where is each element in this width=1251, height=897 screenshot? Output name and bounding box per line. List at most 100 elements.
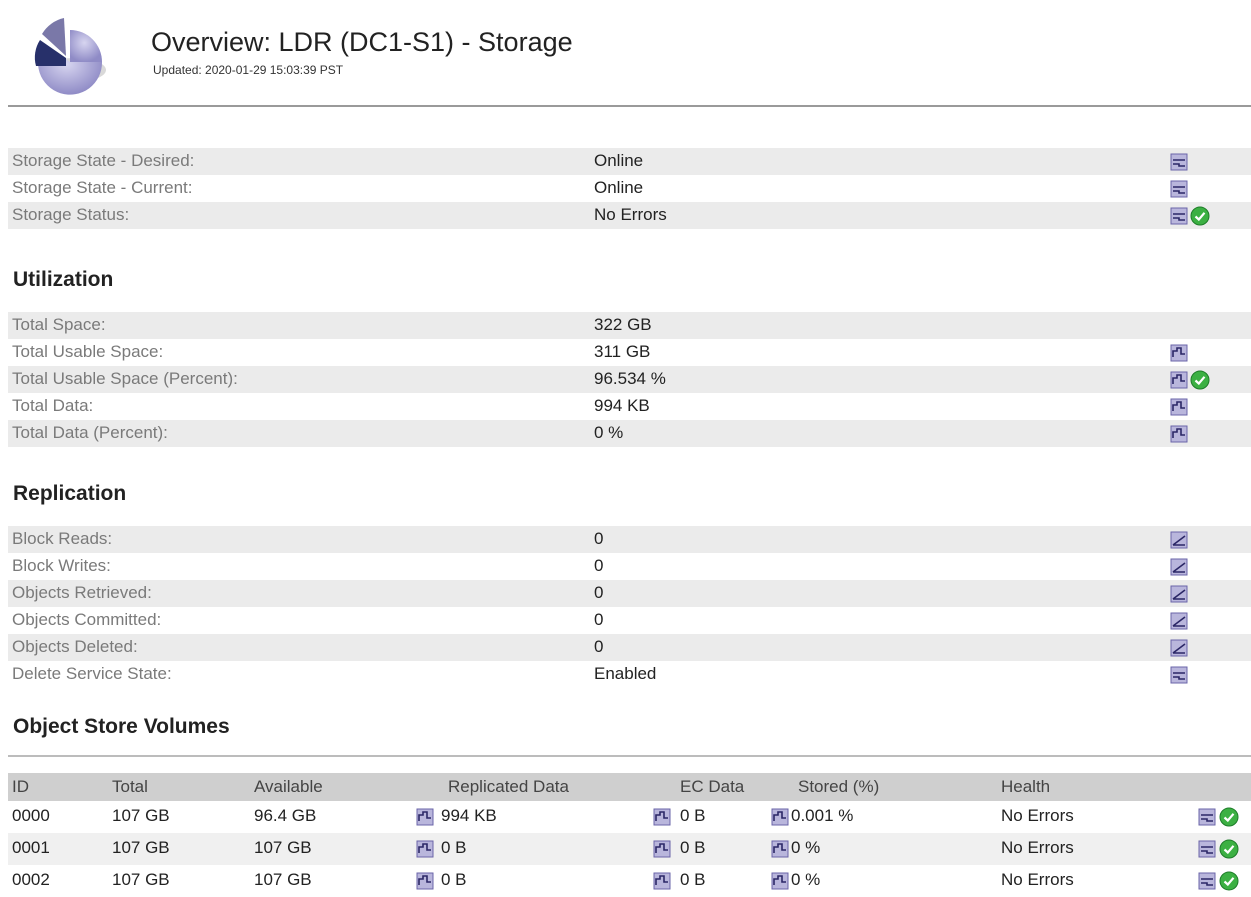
chart-icon[interactable] — [1170, 424, 1188, 444]
trend-chart-icon[interactable] — [1170, 530, 1188, 550]
kv-value: 0 — [594, 637, 604, 656]
kv-label: Total Space: — [12, 315, 106, 334]
chart-icon[interactable] — [653, 871, 671, 891]
chart-icon[interactable] — [653, 807, 671, 827]
chart-button[interactable] — [416, 871, 434, 896]
kv-row: Objects Deleted: 0 — [8, 634, 1251, 661]
kv-value: 0 — [594, 529, 604, 548]
state-chart-icon[interactable] — [1170, 152, 1188, 172]
kv-row: Total Data (Percent): 0 % — [8, 420, 1251, 447]
kv-value: 0 — [594, 610, 604, 629]
utilization-table: Total Space: 322 GB Total Usable Space: 311… — [8, 312, 1251, 447]
state-chart-icon[interactable] — [1198, 839, 1216, 859]
utilization-heading: Utilization — [13, 268, 114, 291]
table-cell-ec: 0 B — [680, 806, 706, 825]
row-actions — [1170, 423, 1188, 445]
chart-icon[interactable] — [416, 807, 434, 827]
table-row: 0000 107 GB 96.4 GB 994 KB 0 B 0.001 % No Erro… — [8, 801, 1251, 833]
chart-button[interactable] — [771, 807, 789, 832]
trend-chart-icon[interactable] — [1170, 638, 1188, 658]
trend-chart-icon[interactable] — [1170, 584, 1188, 604]
kv-label: Storage State - Current: — [12, 178, 193, 197]
column-header: Stored (%) — [798, 777, 880, 796]
state-chart-icon[interactable] — [1170, 665, 1188, 685]
trend-chart-icon[interactable] — [1170, 611, 1188, 631]
chart-icon[interactable] — [771, 839, 789, 859]
page-title: Overview: LDR (DC1-S1) - Storage — [151, 27, 573, 57]
chart-icon[interactable] — [416, 871, 434, 891]
table-cell-health: No Errors — [1001, 870, 1074, 889]
health-actions — [1198, 839, 1239, 859]
kv-label: Block Writes: — [12, 556, 111, 575]
kv-label: Storage State - Desired: — [12, 151, 195, 170]
replication-heading: Replication — [13, 482, 127, 505]
chart-button[interactable] — [416, 807, 434, 832]
column-header: Available — [254, 777, 323, 796]
kv-value: Online — [594, 178, 644, 197]
row-actions — [1170, 556, 1188, 578]
kv-label: Total Data (Percent): — [12, 423, 168, 442]
table-cell-available: 107 GB — [254, 838, 312, 857]
table-cell-ec: 0 B — [680, 838, 706, 857]
row-actions — [1170, 396, 1188, 418]
chart-icon[interactable] — [653, 839, 671, 859]
state-chart-icon[interactable] — [1170, 179, 1188, 199]
volumes-heading: Object Store Volumes — [13, 715, 230, 738]
health-actions — [1198, 871, 1239, 891]
chart-icon[interactable] — [1170, 370, 1188, 390]
kv-label: Total Data: — [12, 396, 94, 415]
page-header: Overview: LDR (DC1-S1) - Storage Updated… — [0, 0, 1251, 108]
volumes-divider — [8, 755, 1251, 757]
row-actions — [1170, 178, 1188, 200]
status-ok-icon — [1219, 871, 1239, 891]
chart-icon[interactable] — [416, 839, 434, 859]
chart-icon[interactable] — [771, 807, 789, 827]
table-cell-available: 96.4 GB — [254, 806, 317, 825]
health-actions — [1198, 807, 1239, 827]
updated-timestamp: Updated: 2020-01-29 15:03:39 PST — [153, 63, 344, 77]
kv-row: Block Writes: 0 — [8, 553, 1251, 580]
table-cell-total: 107 GB — [112, 806, 170, 825]
kv-row: Storage State - Current: Online — [8, 175, 1251, 202]
kv-label: Delete Service State: — [12, 664, 172, 683]
table-cell-ec: 0 B — [680, 870, 706, 889]
table-cell-id: 0002 — [12, 870, 50, 889]
trend-chart-icon[interactable] — [1170, 557, 1188, 577]
kv-value: 96.534 % — [594, 369, 666, 388]
state-chart-icon[interactable] — [1198, 871, 1216, 891]
kv-row: Total Space: 322 GB — [8, 312, 1251, 339]
chart-icon[interactable] — [1170, 397, 1188, 417]
kv-row: Objects Committed: 0 — [8, 607, 1251, 634]
row-actions — [1170, 342, 1188, 364]
kv-label: Objects Committed: — [12, 610, 162, 629]
column-header: Health — [1001, 777, 1051, 796]
column-header: Replicated Data — [448, 777, 569, 796]
kv-value: 0 — [594, 583, 604, 602]
kv-label: Block Reads: — [12, 529, 113, 548]
kv-label: Total Usable Space: — [12, 342, 164, 361]
chart-button[interactable] — [771, 871, 789, 896]
row-actions — [1170, 637, 1188, 659]
chart-button[interactable] — [653, 839, 671, 864]
kv-value: Enabled — [594, 664, 657, 683]
chart-icon[interactable] — [771, 871, 789, 891]
state-chart-icon[interactable] — [1198, 807, 1216, 827]
kv-row: Total Usable Space: 311 GB — [8, 339, 1251, 366]
kv-value: 0 — [594, 556, 604, 575]
chart-button[interactable] — [653, 807, 671, 832]
chart-button[interactable] — [416, 839, 434, 864]
kv-row: Objects Retrieved: 0 — [8, 580, 1251, 607]
kv-row: Block Reads: 0 — [8, 526, 1251, 553]
chart-icon[interactable] — [1170, 343, 1188, 363]
state-chart-icon[interactable] — [1170, 206, 1188, 226]
table-cell-total: 107 GB — [112, 838, 170, 857]
kv-value: 322 GB — [594, 315, 652, 334]
row-actions — [1170, 205, 1210, 227]
row-actions — [1170, 151, 1188, 173]
status-ok-icon — [1190, 206, 1210, 226]
chart-button[interactable] — [771, 839, 789, 864]
volumes-header-row: ID Total Available Replicated Data EC Data St… — [8, 773, 1251, 801]
header-divider — [8, 105, 1251, 107]
chart-button[interactable] — [653, 871, 671, 896]
volumes-table: ID Total Available Replicated Data EC Data St… — [8, 773, 1251, 897]
